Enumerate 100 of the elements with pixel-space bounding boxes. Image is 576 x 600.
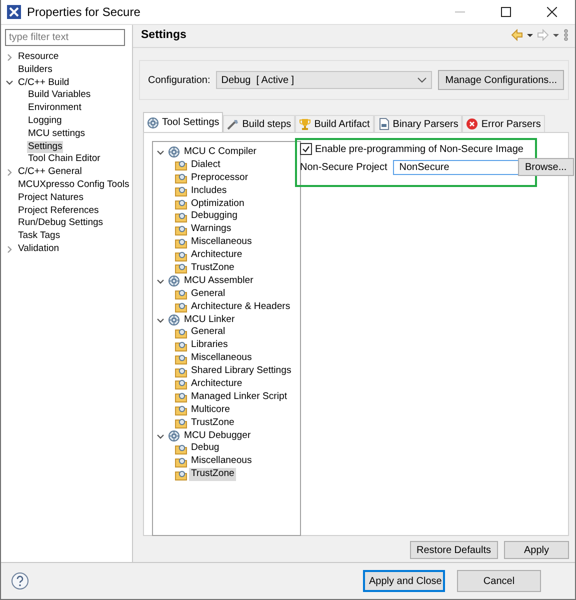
folder-icon [175,224,187,236]
page-title: Settings [141,29,188,41]
close-icon[interactable] [547,7,557,17]
document-icon [378,118,390,130]
chevron-down-icon[interactable] [156,316,165,325]
filter-field[interactable]: type filter text [5,29,125,46]
dialog-button[interactable]: Apply and Close [363,570,445,592]
tool-tree-item[interactable]: General [189,288,228,301]
tool-tree-item[interactable]: Includes [189,184,229,198]
tab[interactable]: Tool Settings [143,112,224,132]
maximize-icon[interactable] [501,7,511,17]
tool-tree-item[interactable]: Debug [189,442,222,456]
tool-tree-item[interactable]: MCU Assembler [182,274,256,288]
nav-item[interactable]: Run/Debug Settings [17,217,104,230]
nav-item[interactable]: Environment [27,102,82,115]
tab[interactable]: Build steps [223,115,296,132]
tool-tree-item[interactable]: TrustZone [189,468,236,482]
chevron-down-icon [417,76,428,84]
dialog-button[interactable]: Cancel [457,570,541,592]
tool-tree-item[interactable]: Miscellaneous [189,455,254,468]
nav-item[interactable]: Resource [17,51,60,64]
trophy-icon [299,118,312,130]
nav-item[interactable]: C/C++ Build [17,76,70,90]
field-label: Non-Secure Project [300,162,388,173]
nav-item[interactable]: Validation [17,242,60,256]
tool-tree-item[interactable]: Architecture [189,249,244,262]
nav-item[interactable]: MCUXpresso Config Tools [17,178,130,192]
chevron-down-icon[interactable] [156,432,165,441]
gear-icon [168,314,180,326]
folder-icon [175,210,187,223]
checkbox[interactable] [300,143,312,155]
folder-icon [175,352,187,365]
configuration-dropdown[interactable]: Debug [ Active ] [216,71,432,89]
tool-tree-item[interactable]: Miscellaneous [189,352,254,366]
tool-tree-item[interactable]: Warnings [189,223,234,236]
nav-item[interactable]: Logging [27,114,63,128]
nav-item[interactable]: Build Variables [27,89,92,102]
page-button[interactable]: Apply [504,541,569,559]
tool-tree-item[interactable]: Libraries [189,339,230,352]
chevron-right-icon[interactable] [5,168,14,178]
folder-icon [175,262,187,274]
nav-item[interactable]: Builders [17,64,54,77]
folder-icon [175,417,187,430]
tab[interactable]: Build Artifact [295,115,374,132]
tool-tree-item[interactable]: Debugging [189,210,240,224]
nav-item[interactable]: Tool Chain Editor [27,153,102,166]
tool-tree-item[interactable]: Architecture & Headers [189,300,292,314]
error-icon [466,118,478,130]
folder-icon [175,456,187,468]
nav-item[interactable]: Project Natures [17,192,84,205]
more-options-icon[interactable] [563,29,569,41]
chevron-down-icon[interactable] [156,148,165,157]
folder-icon [175,340,187,352]
gear-icon [168,146,180,158]
tool-tree-item[interactable]: General [189,326,228,340]
configuration-label: Configuration: [148,74,210,86]
help-icon[interactable] [11,572,29,590]
browse-button[interactable]: Browse... [518,158,574,176]
wand-icon [227,118,240,130]
tool-tree-item[interactable]: MCU C Compiler [182,146,258,159]
manage-configurations-button[interactable]: Manage Configurations... [438,70,564,90]
tab[interactable]: Error Parsers [462,115,545,132]
nav-item[interactable]: Settings [27,140,64,154]
gear-icon [168,275,180,288]
folder-icon [175,391,187,404]
gear-icon [147,116,159,128]
tool-tree-item[interactable]: Managed Linker Script [189,390,289,404]
chevron-right-icon[interactable] [5,52,14,62]
tool-tree-item[interactable]: TrustZone [189,262,236,275]
nav-item[interactable]: MCU settings [27,128,86,141]
tool-tree-item[interactable]: Dialect [189,158,222,172]
folder-icon [175,366,187,378]
checkbox-label: Enable pre-programming of Non-Secure Image [315,144,524,154]
tool-tree-item[interactable]: Preprocessor [189,172,250,185]
window-title: Properties for Secure [27,5,142,19]
tool-tree-item[interactable]: Multicore [189,404,232,417]
folder-icon [175,159,187,172]
tool-tree-item[interactable]: MCU Linker [182,314,237,326]
folder-icon [175,172,187,184]
nav-item[interactable]: Project References [17,204,100,218]
nav-item[interactable]: C/C++ General [17,166,83,179]
chevron-right-icon[interactable] [5,244,14,254]
page-button[interactable]: Restore Defaults [410,541,498,559]
tool-tree-item[interactable]: TrustZone [189,416,236,430]
folder-icon [175,326,187,339]
nav-item[interactable]: Task Tags [17,230,62,243]
tool-tree-item[interactable]: Shared Library Settings [189,365,294,378]
folder-icon [175,236,187,249]
app-icon [7,5,21,19]
tab[interactable]: Binary Parsers [374,115,462,132]
folder-icon [175,301,187,314]
folder-icon [175,185,187,198]
chevron-down-icon[interactable] [156,276,165,286]
folder-icon [175,378,187,390]
tool-tree-item[interactable]: Optimization [189,198,246,210]
tool-tree-item[interactable]: Miscellaneous [189,236,254,250]
tool-tree-item[interactable]: MCU Debugger [182,430,253,442]
tool-tree-item[interactable]: Architecture [189,378,244,391]
chevron-down-icon[interactable] [5,78,14,88]
folder-icon [175,468,187,481]
